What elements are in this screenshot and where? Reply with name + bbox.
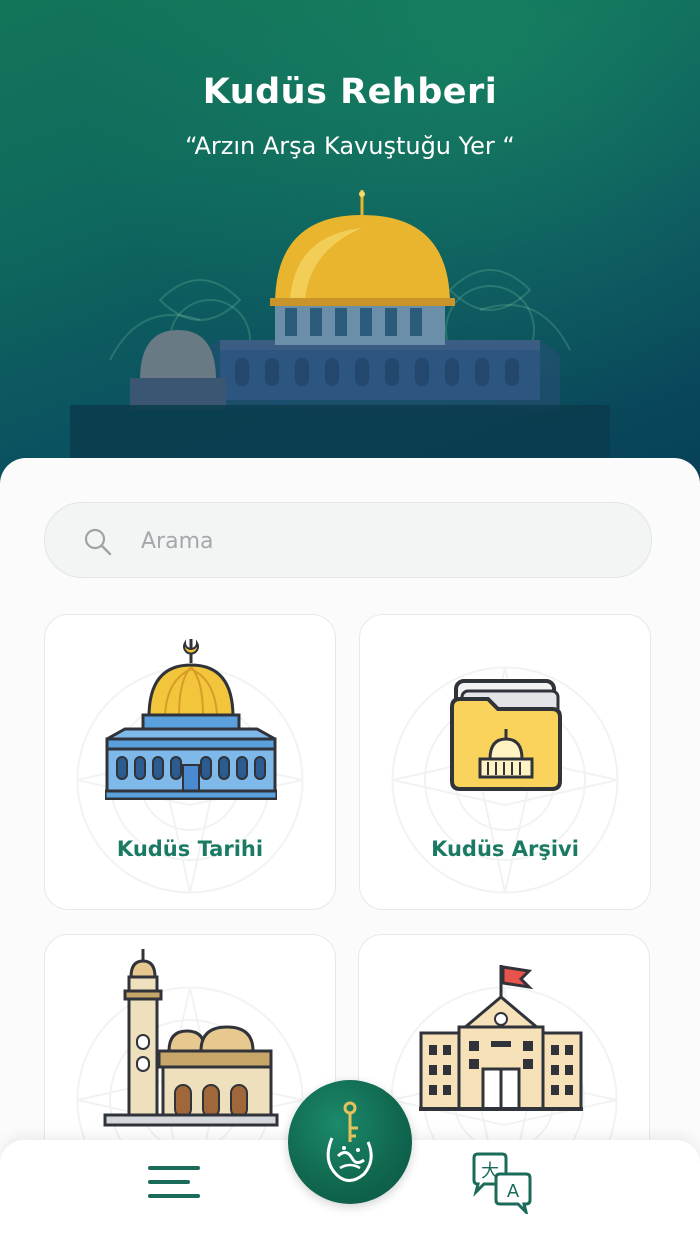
school-building-icon	[419, 965, 583, 1111]
translate-icon[interactable]: 大 A	[470, 1152, 534, 1214]
app-title: Kudüs Rehberi	[202, 72, 498, 112]
tile-label: Kudüs Arşivi	[431, 837, 579, 861]
svg-text:A: A	[507, 1181, 520, 1202]
al-quds-calligraphy-logo	[326, 1101, 373, 1182]
dome-of-the-rock-illustration	[70, 190, 610, 470]
tile-kudus-arsivi[interactable]: Kudüs Arşivi	[359, 614, 651, 910]
header-banner: Kudüs Rehberi “Arzın Arşa Kavuştuğu Yer …	[0, 0, 700, 500]
minaret-mosque-icon	[103, 949, 279, 1127]
search-input[interactable]	[141, 521, 621, 561]
tile-kudus-tarihi[interactable]: Kudüs Tarihi	[44, 614, 336, 910]
search-icon	[84, 528, 112, 556]
search-bar[interactable]	[44, 502, 652, 578]
dome-of-the-rock-icon	[105, 639, 277, 800]
app-subtitle: “Arzın Arşa Kavuştuğu Yer “	[185, 132, 515, 160]
archive-folder-icon	[450, 679, 562, 791]
tile-label: Kudüs Tarihi	[116, 837, 264, 861]
al-quds-logo-button[interactable]	[288, 1080, 412, 1204]
hamburger-menu-icon[interactable]	[148, 1160, 200, 1204]
